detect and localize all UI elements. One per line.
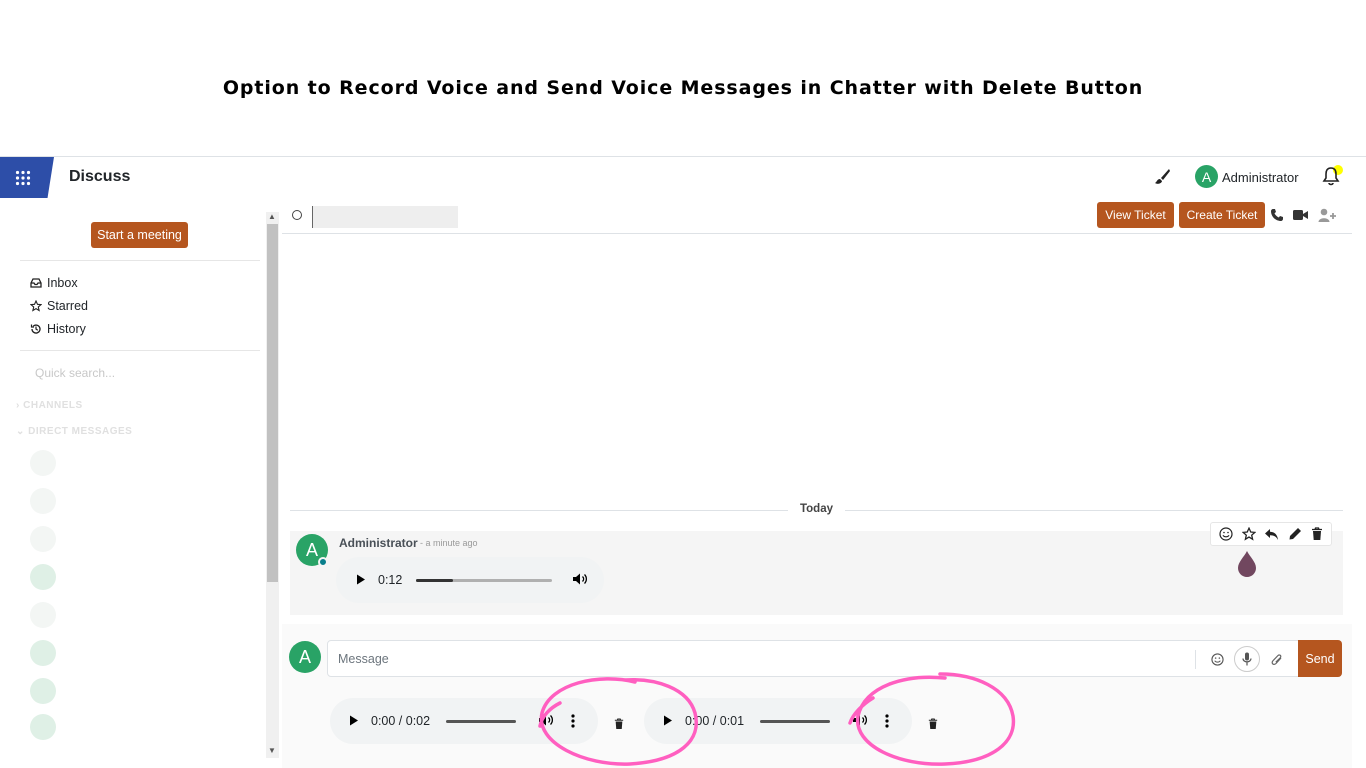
video-camera-icon[interactable] <box>1292 208 1309 222</box>
delete-recording-2-trash-icon[interactable] <box>928 718 938 730</box>
audio-time-display: 0:00 / 0:01 <box>685 714 745 728</box>
scroll-up-arrow-icon[interactable]: ▲ <box>268 212 276 221</box>
sidebar-item-label: Starred <box>47 299 88 313</box>
sidebar-item-inbox[interactable]: Inbox <box>30 276 78 290</box>
star-icon <box>30 300 42 312</box>
trash-icon[interactable] <box>1311 527 1323 541</box>
play-icon[interactable] <box>349 715 359 726</box>
chevron-right-icon: › <box>16 400 20 411</box>
date-separator-line <box>290 510 788 511</box>
bell-icon[interactable] <box>1322 166 1340 186</box>
edit-icon[interactable] <box>1288 527 1302 541</box>
inbox-icon <box>30 278 42 288</box>
create-ticket-button[interactable]: Create Ticket <box>1179 202 1265 228</box>
faded-contact-avatar[interactable] <box>30 488 56 514</box>
apps-grid-icon <box>15 170 31 185</box>
message-author[interactable]: Administrator <box>339 536 418 550</box>
apps-menu-button[interactable] <box>0 157 54 198</box>
paperclip-icon[interactable] <box>1271 653 1283 666</box>
category-label: CHANNELS <box>23 400 83 411</box>
audio-progress-bar[interactable] <box>760 720 830 723</box>
composer-avatar: A <box>289 641 321 673</box>
online-status-indicator <box>318 557 328 567</box>
paint-brush-icon[interactable] <box>1153 168 1171 186</box>
record-voice-button[interactable] <box>1234 646 1260 672</box>
sidebar-divider <box>20 260 260 261</box>
user-name[interactable]: Administrator <box>1222 170 1299 185</box>
star-icon[interactable] <box>1241 527 1256 541</box>
history-icon <box>30 324 41 334</box>
start-meeting-button[interactable]: Start a meeting <box>91 222 188 248</box>
volume-icon[interactable] <box>538 713 554 727</box>
quick-search-input[interactable]: Quick search... <box>35 366 115 380</box>
message-item[interactable]: A Administrator - a minute ago 0:12 <box>290 522 1343 615</box>
phone-icon[interactable] <box>1270 208 1284 222</box>
faded-contact-avatar[interactable] <box>30 640 56 666</box>
sidebar-item-label: Inbox <box>47 276 78 290</box>
faded-contact-avatar[interactable] <box>30 526 56 552</box>
audio-progress-bar[interactable] <box>446 720 516 723</box>
discuss-sidebar: Start a meeting Inbox Starred History Qu… <box>0 198 280 768</box>
chevron-down-icon: ⌄ <box>16 426 25 437</box>
play-icon[interactable] <box>356 574 366 585</box>
date-separator-line <box>845 510 1343 511</box>
volume-icon[interactable] <box>572 572 588 586</box>
audio-time-display: 0:00 / 0:02 <box>371 714 431 728</box>
date-separator-label: Today <box>799 503 833 515</box>
volume-icon[interactable] <box>852 713 868 727</box>
channels-category[interactable]: › CHANNELS <box>16 400 83 411</box>
message-input[interactable]: Message <box>327 640 1299 677</box>
reply-icon[interactable] <box>1264 528 1279 541</box>
recorded-audio-player-2[interactable]: 0:00 / 0:01 <box>644 698 912 744</box>
audio-progress-fill <box>416 579 453 582</box>
direct-messages-category[interactable]: ⌄ DIRECT MESSAGES <box>16 426 132 437</box>
send-button[interactable]: Send <box>1298 640 1342 677</box>
delete-recording-1-trash-icon[interactable] <box>614 718 624 730</box>
droplet-icon <box>1238 551 1256 577</box>
sidebar-scrollbar-thumb[interactable] <box>267 224 278 582</box>
emoji-icon[interactable] <box>1211 653 1224 666</box>
sidebar-divider <box>20 350 260 351</box>
audio-time-display: 0:12 <box>378 573 403 587</box>
message-audio-player[interactable]: 0:12 <box>336 557 604 603</box>
view-ticket-button[interactable]: View Ticket <box>1097 202 1174 228</box>
message-input-placeholder: Message <box>338 652 389 666</box>
user-avatar[interactable]: A <box>1195 165 1218 188</box>
thread-header: View Ticket Create Ticket <box>282 198 1352 234</box>
composer-divider <box>1195 650 1196 669</box>
faded-contact-avatar[interactable] <box>30 450 56 476</box>
play-icon[interactable] <box>663 715 673 726</box>
sidebar-item-label: History <box>47 322 86 336</box>
thread-name-input[interactable] <box>312 206 458 228</box>
message-actions-toolbar <box>1210 522 1332 546</box>
faded-contact-avatar[interactable] <box>30 678 56 704</box>
top-navbar: Discuss A Administrator <box>0 156 1366 198</box>
scroll-down-arrow-icon[interactable]: ▼ <box>268 746 276 755</box>
recorded-audio-player-1[interactable]: 0:00 / 0:02 <box>330 698 598 744</box>
more-options-icon[interactable] <box>885 714 889 728</box>
thread-status-icon <box>292 210 302 220</box>
app-title: Discuss <box>69 168 131 185</box>
faded-contact-avatar[interactable] <box>30 602 56 628</box>
page-caption: Option to Record Voice and Send Voice Me… <box>222 77 1144 99</box>
audio-progress-bar[interactable] <box>416 579 552 582</box>
more-options-icon[interactable] <box>571 714 575 728</box>
faded-contact-avatar[interactable] <box>30 564 56 590</box>
microphone-icon <box>1242 652 1252 666</box>
sidebar-item-history[interactable]: History <box>30 322 86 336</box>
add-user-icon[interactable] <box>1318 208 1337 223</box>
sidebar-item-starred[interactable]: Starred <box>30 299 88 313</box>
message-timestamp: - a minute ago <box>420 538 478 548</box>
category-label: DIRECT MESSAGES <box>28 426 133 437</box>
emoji-icon[interactable] <box>1219 527 1233 541</box>
faded-contact-avatar[interactable] <box>30 714 56 740</box>
